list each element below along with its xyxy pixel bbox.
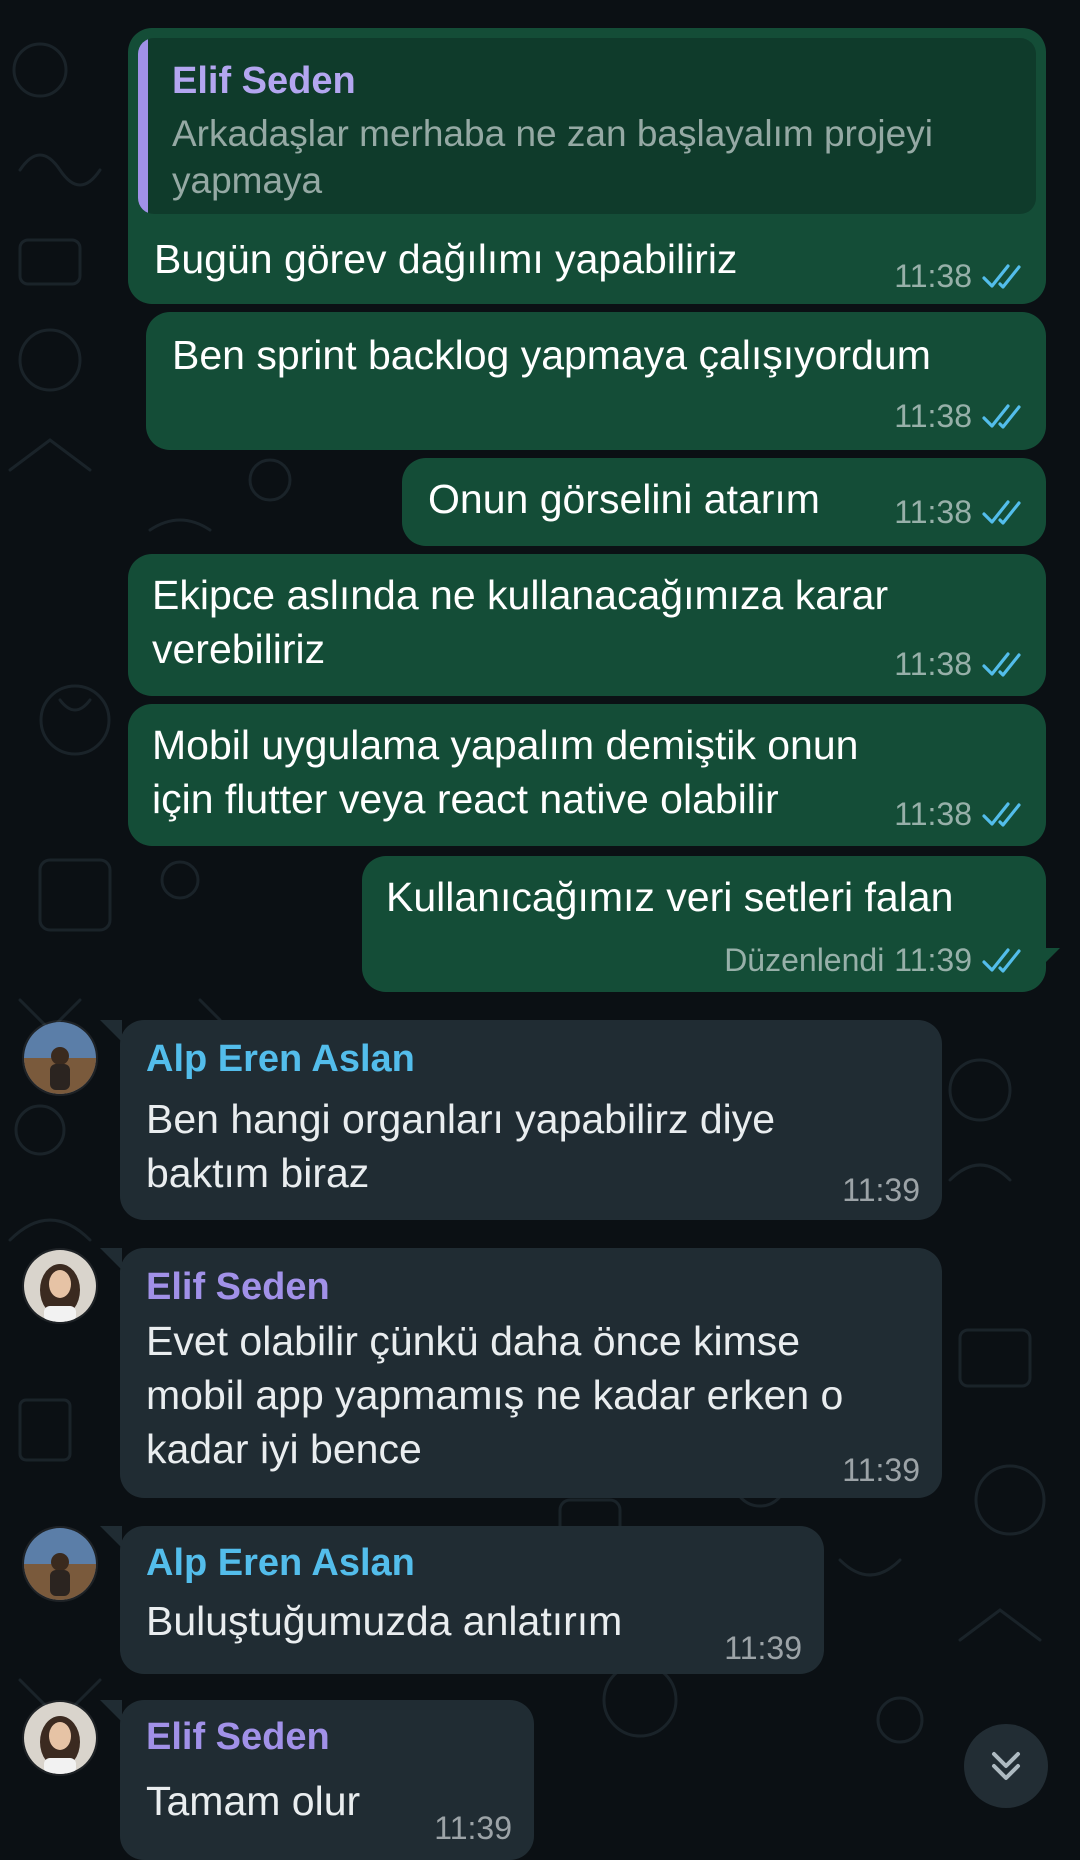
message-time: 11:39 (842, 1172, 920, 1208)
avatar-photo (24, 1702, 96, 1774)
message-text: Kullanıcağımız veri setleri falan (386, 874, 954, 920)
message-time: 11:39 (894, 942, 972, 978)
double-chevron-down-icon (992, 1752, 1020, 1780)
message-text: Tamam olur (146, 1778, 361, 1824)
message-bubble-outgoing[interactable]: Onun görselini atarım 11:38 (402, 458, 1046, 546)
message-text-line: baktım biraz (146, 1150, 370, 1196)
message-meta: 11:39 (724, 1630, 802, 1667)
message-meta: 11:39 (842, 1452, 920, 1489)
message-text: Onun görselini atarım (428, 476, 820, 522)
message-text-line: kadar iyi bence (146, 1426, 422, 1472)
message-text-line: Ekipce aslında ne kullanacağımıza karar (152, 572, 889, 618)
message-bubble-outgoing[interactable]: Elif Seden Arkadaşlar merhaba ne zan baş… (128, 28, 1046, 304)
avatar-photo (24, 1250, 96, 1322)
message-text-line: için flutter veya react native olabilir (152, 776, 779, 822)
message-time: 11:38 (894, 646, 972, 682)
double-check-read-icon (982, 801, 1021, 827)
double-check-read-icon (982, 947, 1021, 973)
reply-quote-bar (138, 38, 148, 214)
double-check-read-icon (982, 651, 1021, 677)
message-meta: 11:38 (894, 796, 1026, 833)
avatar-elif-seden[interactable] (22, 1700, 98, 1776)
message-time: 11:38 (894, 796, 972, 832)
avatar-alp-eren-aslan[interactable] (22, 1020, 98, 1096)
scroll-to-bottom-button[interactable] (964, 1724, 1048, 1808)
message-meta: 11:38 (894, 258, 1026, 295)
message-text-line: mobil app yapmamış ne kadar erken o (146, 1372, 844, 1418)
bubble-tail (100, 1248, 122, 1270)
sender-name[interactable]: Elif Seden (146, 1716, 330, 1759)
avatar-photo (24, 1528, 96, 1600)
avatar-alp-eren-aslan[interactable] (22, 1526, 98, 1602)
message-text: Bugün görev dağılımı yapabiliriz (154, 236, 738, 282)
reply-sender-name: Elif Seden (172, 60, 356, 102)
message-meta: 11:38 (894, 398, 1026, 435)
avatar-elif-seden[interactable] (22, 1248, 98, 1324)
message-bubble-incoming[interactable]: Alp Eren Aslan Ben hangi organları yapab… (100, 1020, 942, 1220)
reply-quote[interactable]: Elif Seden Arkadaşlar merhaba ne zan baş… (138, 38, 1036, 214)
message-time: 11:39 (434, 1810, 512, 1846)
double-check-read-icon (982, 403, 1021, 429)
message-text: Buluştuğumuzda anlatırım (146, 1598, 623, 1644)
bubble-tail (100, 1700, 122, 1722)
message-time: 11:38 (894, 258, 972, 294)
bubble-tail (100, 1020, 122, 1042)
sender-name[interactable]: Elif Seden (146, 1266, 330, 1309)
message-bubble-incoming[interactable]: Alp Eren Aslan Buluştuğumuzda anlatırım … (100, 1526, 824, 1674)
double-check-read-icon (982, 499, 1021, 525)
message-text: Ben sprint backlog yapmaya çalışıyordum (172, 332, 931, 378)
message-text-line: Evet olabilir çünkü daha önce kimse (146, 1318, 801, 1364)
message-meta: 11:38 (894, 646, 1026, 683)
bubble-tail (100, 1526, 122, 1548)
bubble-tail (1038, 948, 1060, 970)
message-meta: 11:38 (894, 494, 1026, 531)
edited-label: Düzenlendi (724, 942, 885, 978)
reply-text: Arkadaşlar merhaba ne zan başlayalım pro… (172, 113, 933, 201)
message-bubble-outgoing[interactable]: Mobil uygulama yapalım demiştik onun içi… (128, 704, 1046, 846)
message-time: 11:39 (842, 1452, 920, 1488)
message-bubble-outgoing[interactable]: Ben sprint backlog yapmaya çalışıyordum … (146, 312, 1046, 450)
sender-name[interactable]: Alp Eren Aslan (146, 1542, 415, 1585)
double-check-read-icon (982, 263, 1021, 289)
message-text-line: Mobil uygulama yapalım demiştik onun (152, 722, 859, 768)
message-meta: Düzenlendi 11:39 (724, 942, 1026, 979)
message-bubble-outgoing[interactable]: Ekipce aslında ne kullanacağımıza karar … (128, 554, 1046, 696)
message-meta: 11:39 (434, 1810, 512, 1847)
avatar-photo (24, 1022, 96, 1094)
message-bubble-incoming[interactable]: Elif Seden Evet olabilir çünkü daha önce… (100, 1248, 942, 1498)
message-text-line: verebiliriz (152, 626, 326, 672)
message-time: 11:38 (894, 398, 972, 434)
sender-name[interactable]: Alp Eren Aslan (146, 1038, 415, 1081)
message-text-line: Ben hangi organları yapabilirz diye (146, 1096, 776, 1142)
message-bubble-incoming[interactable]: Elif Seden Tamam olur 11:39 (100, 1700, 534, 1860)
message-time: 11:38 (894, 494, 972, 530)
message-time: 11:39 (724, 1630, 802, 1666)
message-bubble-outgoing[interactable]: Kullanıcağımız veri setleri falan Düzenl… (362, 856, 1060, 992)
message-meta: 11:39 (842, 1172, 920, 1209)
